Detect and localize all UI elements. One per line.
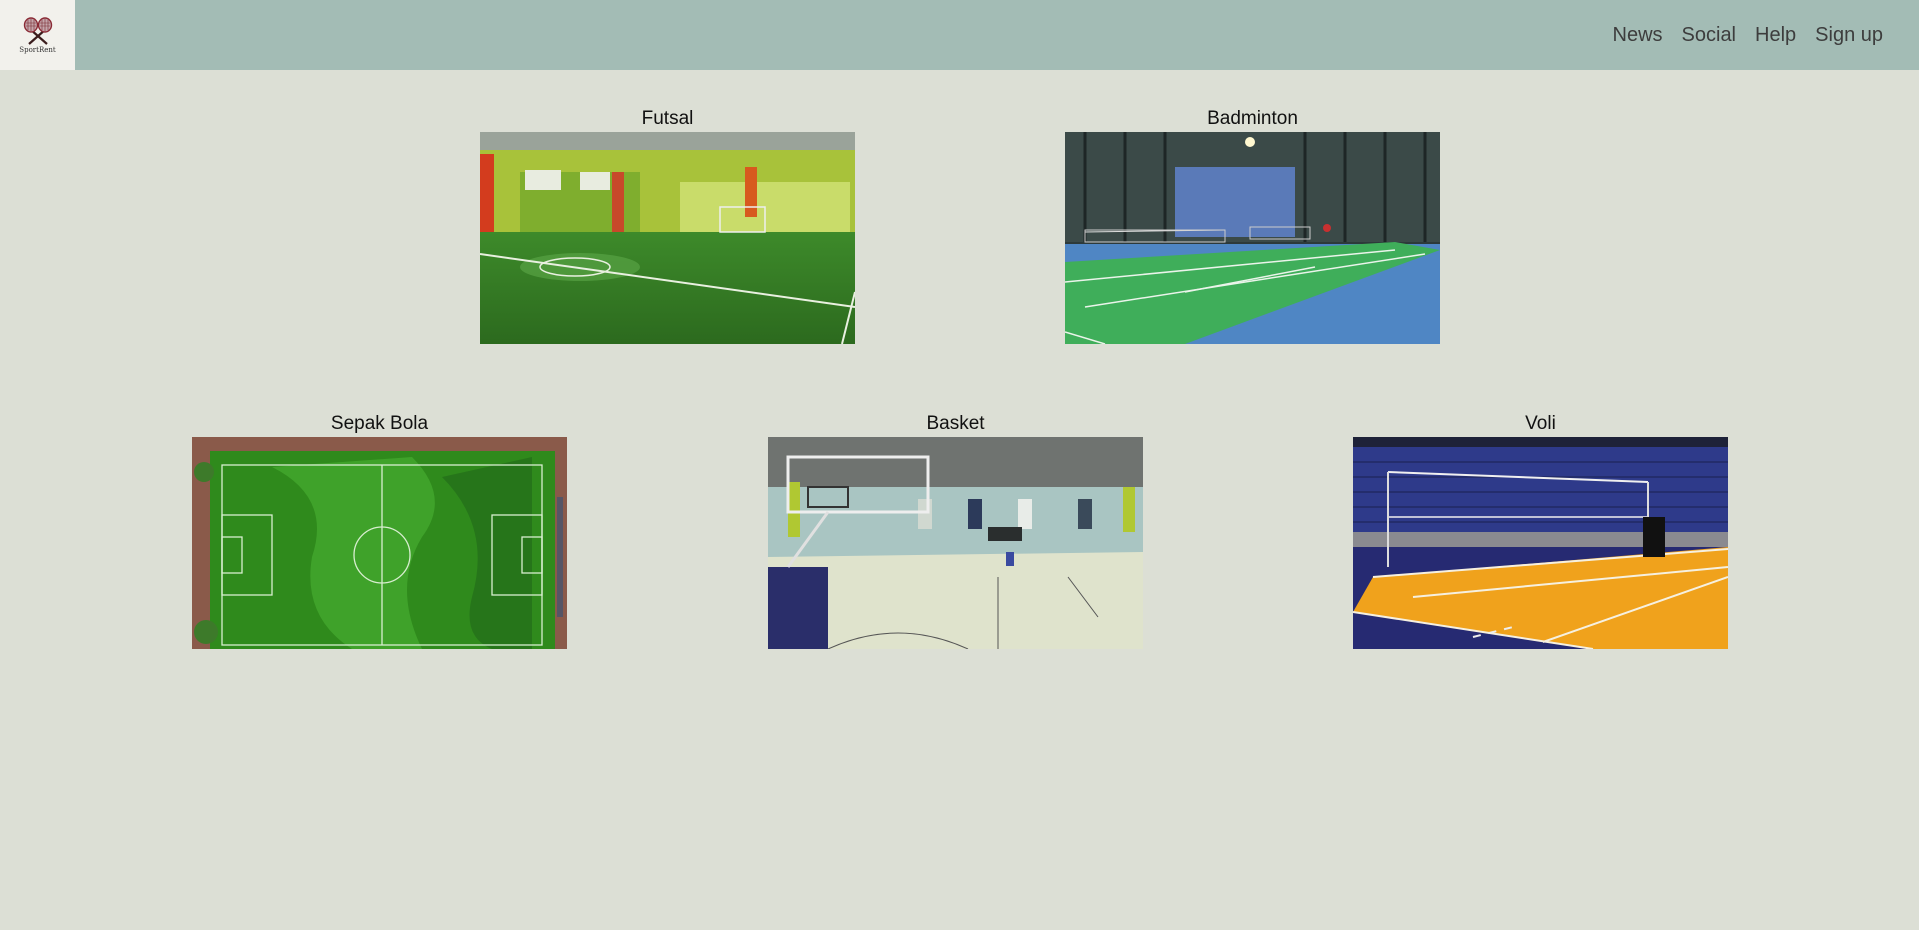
venue-card-futsal[interactable]: Futsal — [480, 106, 855, 344]
venue-title: Futsal — [641, 108, 694, 129]
basketball-court-image[interactable] — [768, 437, 1143, 649]
nav-menu: News Social Help Sign up — [1594, 0, 1883, 70]
venue-title: Basket — [926, 413, 985, 434]
venue-title: Sepak Bola — [330, 413, 429, 434]
venue-title: Badminton — [1207, 108, 1298, 129]
football-field-image[interactable] — [192, 437, 567, 649]
volleyball-court-image[interactable] — [1353, 437, 1728, 649]
venue-card-voli[interactable]: Voli — [1353, 411, 1728, 649]
venue-title: Voli — [1525, 413, 1556, 434]
brand-logo[interactable]: SportRent — [0, 0, 75, 70]
venue-card-basket[interactable]: Basket — [768, 411, 1143, 649]
nav-link-help[interactable]: Help — [1755, 24, 1796, 47]
crossed-rackets-icon — [23, 16, 52, 45]
nav-link-social[interactable]: Social — [1682, 24, 1736, 47]
brand-name: SportRent — [19, 45, 56, 54]
nav-link-signup[interactable]: Sign up — [1815, 24, 1883, 47]
futsal-court-image[interactable] — [480, 132, 855, 344]
badminton-court-image[interactable] — [1065, 132, 1440, 344]
venue-card-sepak-bola[interactable]: Sepak Bola — [192, 411, 567, 649]
top-navbar: SportRent News Social Help Sign up — [0, 0, 1919, 70]
venue-card-badminton[interactable]: Badminton — [1065, 106, 1440, 344]
nav-link-news[interactable]: News — [1613, 24, 1663, 47]
